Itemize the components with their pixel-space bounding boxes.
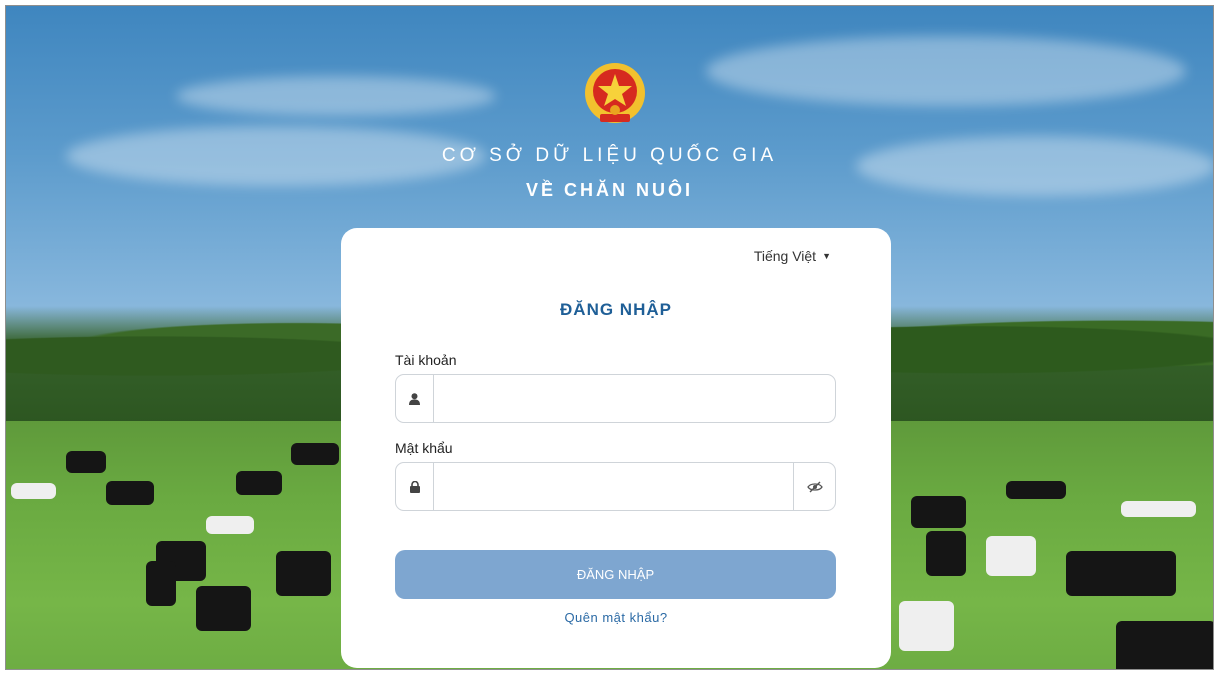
cow [1006, 481, 1066, 499]
site-title-line2: VỀ CHĂN NUÔI [525, 180, 693, 200]
language-selector[interactable]: Tiếng Việt ▼ [754, 248, 831, 264]
cow [236, 471, 282, 495]
cow [276, 551, 331, 596]
username-label: Tài khoản [395, 352, 457, 368]
cow [1121, 501, 1196, 517]
cow [146, 561, 176, 606]
site-title-line1: CƠ SỞ DỮ LIỆU QUỐC GIA [441, 145, 778, 166]
cow [1066, 551, 1176, 596]
cow [926, 531, 966, 576]
cloud [176, 76, 496, 116]
login-card: Tiếng Việt ▼ ĐĂNG NHẬP Tài khoản Mật khẩu… [341, 228, 891, 668]
username-field-group [395, 374, 836, 423]
caret-down-icon: ▼ [822, 251, 831, 261]
user-icon [396, 375, 434, 422]
national-emblem-icon [585, 63, 645, 123]
cow [11, 483, 56, 499]
cow [106, 481, 154, 505]
cow [206, 516, 254, 534]
cow [1116, 621, 1213, 669]
forgot-password-link[interactable]: Quên mật khẩu? [341, 610, 891, 625]
cow [291, 443, 339, 465]
cow [899, 601, 954, 651]
eye-slash-icon[interactable] [793, 463, 835, 510]
cloud [706, 36, 1186, 106]
cow [196, 586, 251, 631]
cow [66, 451, 106, 473]
lock-icon [396, 463, 434, 510]
password-label: Mật khẩu [395, 440, 453, 456]
language-label: Tiếng Việt [753, 248, 817, 264]
login-title: ĐĂNG NHẬP [560, 300, 672, 319]
password-input[interactable] [434, 463, 793, 510]
username-input[interactable] [434, 375, 835, 422]
login-button[interactable]: ĐĂNG NHẬP [395, 550, 836, 599]
cow [911, 496, 966, 528]
password-field-group [395, 462, 836, 511]
cow [986, 536, 1036, 576]
